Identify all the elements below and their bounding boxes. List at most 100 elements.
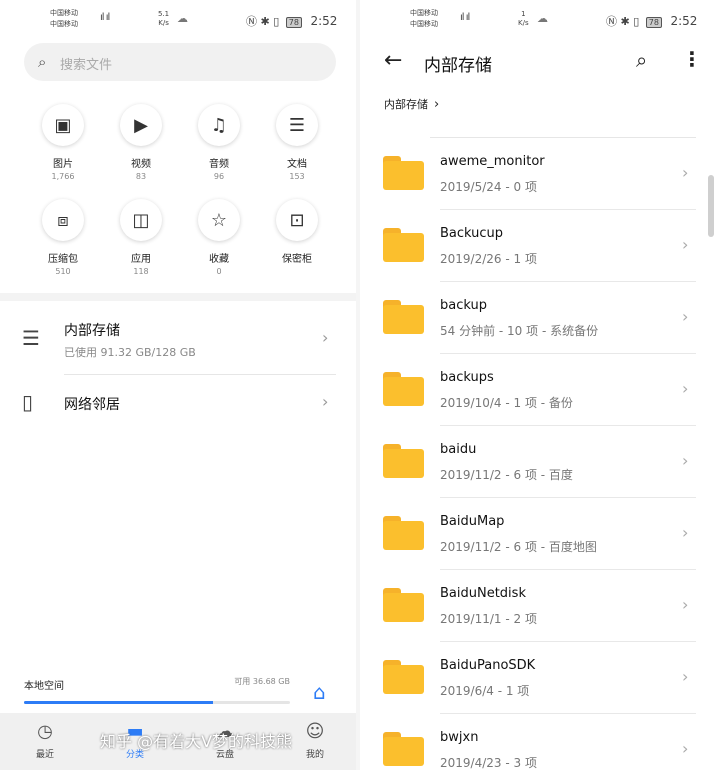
- tab-label: 最近: [35, 750, 54, 760]
- document-icon: ☰: [276, 104, 318, 146]
- row-divider: [64, 374, 336, 375]
- search-placeholder: 搜索文件: [60, 58, 113, 73]
- cloud-icon: ☁: [177, 12, 188, 25]
- folder-icon: [383, 588, 424, 622]
- folder-name: baidu: [440, 442, 477, 457]
- category-apps[interactable]: ◫ 应用 118: [100, 199, 182, 276]
- internal-storage-title: 内部存储: [64, 323, 120, 339]
- folder-name: aweme_monitor: [440, 154, 545, 169]
- cleanup-broom-icon[interactable]: ⌂: [313, 680, 326, 704]
- folder-item[interactable]: bwjxn 2019/4/23 - 3 项 ›: [360, 714, 720, 770]
- category-images[interactable]: ▣ 图片 1,766: [22, 104, 104, 181]
- carrier-2: 中国移动: [410, 20, 438, 28]
- folder-item[interactable]: BaiduPanoSDK 2019/6/4 - 1 项 ›: [360, 642, 720, 714]
- category-audio[interactable]: ♫ 音频 96: [178, 104, 260, 181]
- chevron-right-icon: ›: [434, 97, 440, 112]
- folder-meta: 2019/6/4 - 1 项: [440, 684, 530, 698]
- local-space-label: 本地空间: [24, 681, 64, 692]
- shopping-bag-icon: ◫: [120, 199, 162, 241]
- more-vert-icon[interactable]: ⋮: [682, 47, 702, 71]
- nfc-icon: Ⓝ: [246, 15, 257, 28]
- folder-item[interactable]: baidu 2019/11/2 - 6 项 - 百度 ›: [360, 426, 720, 498]
- category-documents[interactable]: ☰ 文档 153: [256, 104, 338, 181]
- category-count: 510: [55, 267, 71, 276]
- folder-icon: [383, 732, 424, 766]
- carrier-labels: 中国移动 中国移动: [410, 8, 480, 30]
- folder-meta: 2019/10/4 - 1 项 - 备份: [440, 396, 573, 410]
- category-label: 收藏: [209, 254, 229, 265]
- vibrate-icon: ▯: [273, 15, 280, 28]
- search-input[interactable]: ⌕ 搜索文件: [24, 43, 336, 81]
- folder-name: bwjxn: [440, 730, 479, 745]
- category-videos[interactable]: ▶ 视频 83: [100, 104, 182, 181]
- category-label: 压缩包: [48, 254, 78, 265]
- folder-item[interactable]: Backucup 2019/2/26 - 1 项 ›: [360, 210, 720, 282]
- folder-meta: 2019/11/1 - 2 项: [440, 612, 537, 626]
- folder-icon: [383, 228, 424, 262]
- search-icon[interactable]: ⌕: [636, 48, 647, 72]
- internal-storage-row[interactable]: ☰ 内部存储 已使用 91.32 GB/128 GB ›: [0, 310, 360, 374]
- category-favorites[interactable]: ☆ 收藏 0: [178, 199, 260, 276]
- local-space: 本地空间 可用 36.68 GB: [24, 674, 290, 704]
- category-count: 1,766: [51, 172, 75, 181]
- signal-icon: ıl ıl: [100, 12, 110, 23]
- music-disc-icon: ♫: [198, 104, 240, 146]
- folder-item[interactable]: aweme_monitor 2019/5/24 - 0 项 ›: [360, 138, 720, 210]
- folder-item[interactable]: backups 2019/10/4 - 1 项 - 备份 ›: [360, 354, 720, 426]
- tab-recent[interactable]: ◷ 最近: [15, 721, 75, 760]
- screenshot-composite: 中国移动 中国移动 ıl ıl 5.1 K/s ☁ Ⓝ ✱ ▯ 78 2:52 …: [0, 0, 720, 770]
- category-archives[interactable]: ⧈ 压缩包 510: [22, 199, 104, 276]
- category-count: 96: [213, 172, 225, 181]
- folder-meta: 2019/2/26 - 1 项: [440, 252, 537, 266]
- folder-name: backup: [440, 298, 487, 313]
- category-label: 文档: [287, 159, 307, 170]
- status-right: Ⓝ ✱ ▯ 78 2:52: [606, 13, 697, 29]
- speed-unit: K/s: [518, 19, 529, 27]
- signal-icon: ıl ıl: [460, 12, 470, 23]
- folder-item[interactable]: BaiduNetdisk 2019/11/1 - 2 项 ›: [360, 570, 720, 642]
- battery-icon: 78: [645, 17, 662, 28]
- clock: 2:52: [310, 14, 338, 28]
- safe-icon: ⊡: [276, 199, 318, 241]
- image-icon: ▣: [42, 104, 84, 146]
- folder-item[interactable]: BaiduMap 2019/11/2 - 6 项 - 百度地图 ›: [360, 498, 720, 570]
- zip-icon: ⧈: [42, 199, 84, 241]
- network-speed: 5.1 K/s: [158, 10, 169, 28]
- speed-value: 5.1: [158, 10, 170, 18]
- chevron-right-icon: ›: [682, 523, 689, 542]
- breadcrumb[interactable]: 内部存储 ›: [384, 96, 439, 112]
- category-label: 图片: [53, 159, 73, 170]
- clock-icon: ◷: [37, 721, 53, 742]
- status-bar: 中国移动 中国移动 ıl ıl 5.1 K/s ☁ Ⓝ ✱ ▯ 78 2:52: [0, 6, 360, 36]
- tab-mine[interactable]: ☺ 我的: [285, 721, 345, 760]
- nfc-icon: Ⓝ: [606, 15, 617, 28]
- carrier-2: 中国移动: [50, 20, 78, 28]
- search-icon: ⌕: [38, 53, 47, 71]
- folder-item[interactable]: backup 54 分钟前 - 10 项 - 系统备份 ›: [360, 282, 720, 354]
- folder-icon: [383, 300, 424, 334]
- folder-icon: [383, 660, 424, 694]
- back-arrow-icon[interactable]: ←: [384, 48, 402, 73]
- bluetooth-icon: ✱: [260, 15, 270, 28]
- page-title: 内部存储: [424, 56, 492, 76]
- folder-meta: 2019/5/24 - 0 项: [440, 180, 537, 194]
- network-speed: 1 K/s: [518, 10, 529, 28]
- cloud-icon: ☁: [537, 12, 548, 25]
- category-count: 0: [216, 267, 222, 276]
- watermark-text: 知乎 @有着大V梦的科技熊: [100, 732, 293, 751]
- network-neighborhood-row[interactable]: ▯ 网络邻居 ›: [0, 380, 360, 426]
- folder-name: BaiduMap: [440, 514, 505, 529]
- folder-name: Backucup: [440, 226, 504, 241]
- storage-progress-fill: [24, 701, 213, 704]
- tab-label: 我的: [305, 750, 324, 760]
- chevron-right-icon: ›: [682, 595, 689, 614]
- storage-icon: ☰: [22, 326, 40, 350]
- scrollbar[interactable]: [708, 175, 714, 237]
- internal-storage-usage: 已使用 91.32 GB/128 GB: [64, 346, 196, 359]
- folder-icon: [383, 516, 424, 550]
- status-right: Ⓝ ✱ ▯ 78 2:52: [246, 13, 337, 29]
- category-safe[interactable]: ⊡ 保密柜: [256, 199, 338, 267]
- bluetooth-icon: ✱: [620, 15, 630, 28]
- speed-value: 1: [521, 10, 526, 18]
- folder-meta: 2019/11/2 - 6 项 - 百度地图: [440, 540, 597, 554]
